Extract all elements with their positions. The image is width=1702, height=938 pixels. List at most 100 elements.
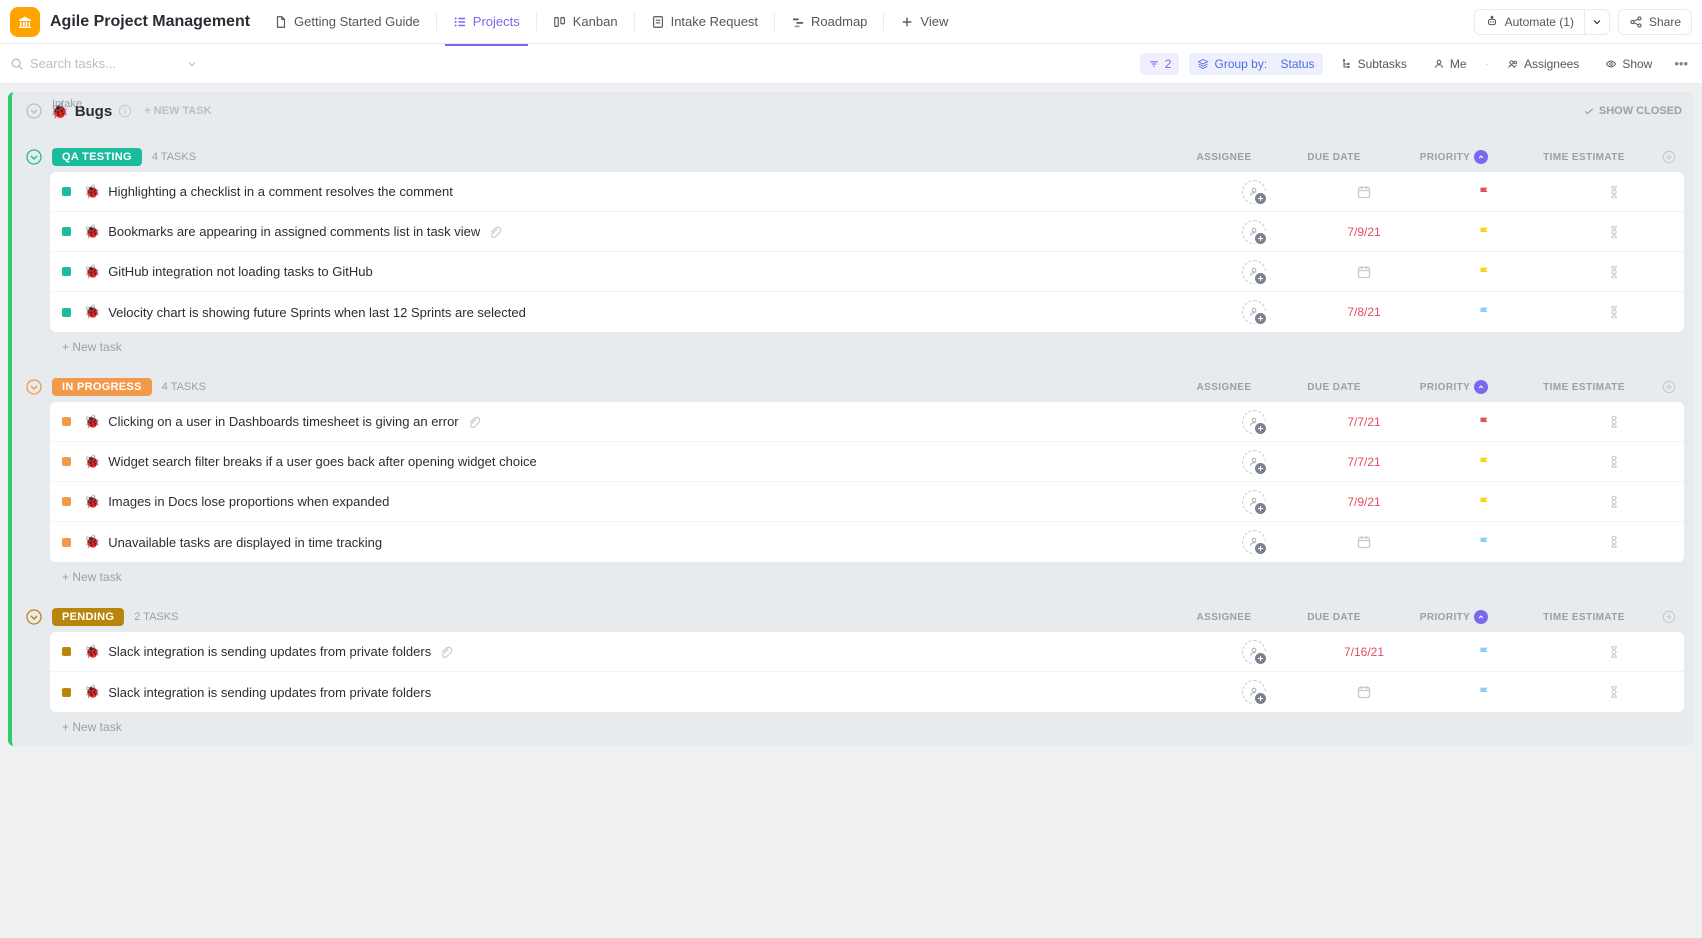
due-date[interactable]: 7/7/21	[1347, 455, 1380, 469]
time-estimate-icon[interactable]	[1607, 415, 1621, 429]
add-column-button[interactable]	[1654, 150, 1684, 164]
assign-user-button[interactable]	[1242, 260, 1266, 284]
status-square-icon[interactable]	[62, 457, 71, 466]
add-column-button[interactable]	[1654, 380, 1684, 394]
automate-button[interactable]: Automate (1)	[1474, 9, 1610, 35]
search-input[interactable]	[30, 56, 180, 71]
show-closed-button[interactable]: SHOW CLOSED	[1583, 105, 1682, 117]
new-task-button[interactable]: + New task	[22, 332, 1684, 356]
assign-user-button[interactable]	[1242, 490, 1266, 514]
priority-flag-icon[interactable]	[1477, 185, 1491, 199]
group-by-button[interactable]: Group by: Status	[1189, 53, 1322, 75]
priority-flag-icon[interactable]	[1477, 415, 1491, 429]
priority-flag-icon[interactable]	[1477, 645, 1491, 659]
assignees-button[interactable]: Assignees	[1499, 53, 1587, 75]
group-collapse-toggle[interactable]	[26, 379, 42, 395]
time-estimate-icon[interactable]	[1607, 645, 1621, 659]
task-title[interactable]: GitHub integration not loading tasks to …	[108, 264, 372, 279]
status-square-icon[interactable]	[62, 227, 71, 236]
status-square-icon[interactable]	[62, 497, 71, 506]
new-task-button[interactable]: + NEW TASK	[144, 105, 211, 117]
assign-user-button[interactable]	[1242, 680, 1266, 704]
column-header[interactable]: ASSIGNEE	[1174, 152, 1274, 163]
assign-user-button[interactable]	[1242, 180, 1266, 204]
task-row[interactable]: 🐞 Highlighting a checklist in a comment …	[50, 172, 1684, 212]
priority-flag-icon[interactable]	[1477, 535, 1491, 549]
assign-user-button[interactable]	[1242, 300, 1266, 324]
due-date-empty[interactable]	[1356, 184, 1372, 200]
status-square-icon[interactable]	[62, 308, 71, 317]
me-mode-button[interactable]: Me	[1425, 53, 1475, 75]
breadcrumb[interactable]: Intake	[52, 98, 82, 110]
column-header[interactable]: ASSIGNEE	[1174, 612, 1274, 623]
column-header[interactable]: PRIORITY	[1394, 380, 1514, 394]
priority-flag-icon[interactable]	[1477, 225, 1491, 239]
column-header[interactable]: TIME ESTIMATE	[1514, 152, 1654, 163]
task-row[interactable]: 🐞 Unavailable tasks are displayed in tim…	[50, 522, 1684, 562]
task-row[interactable]: 🐞 Images in Docs lose proportions when e…	[50, 482, 1684, 522]
priority-flag-icon[interactable]	[1477, 265, 1491, 279]
due-date[interactable]: 7/9/21	[1347, 495, 1380, 509]
sort-indicator-icon[interactable]	[1474, 150, 1488, 164]
list-info-icon[interactable]	[118, 104, 132, 118]
column-header[interactable]: TIME ESTIMATE	[1514, 612, 1654, 623]
assign-user-button[interactable]	[1242, 410, 1266, 434]
status-square-icon[interactable]	[62, 267, 71, 276]
column-header[interactable]: DUE DATE	[1274, 152, 1394, 163]
view-tab[interactable]: Getting Started Guide	[262, 6, 432, 37]
priority-flag-icon[interactable]	[1477, 495, 1491, 509]
assign-user-button[interactable]	[1242, 640, 1266, 664]
task-title[interactable]: Bookmarks are appearing in assigned comm…	[108, 224, 480, 239]
view-tab[interactable]: Roadmap	[779, 6, 879, 37]
view-tab[interactable]: Intake Request	[639, 6, 770, 37]
assign-user-button[interactable]	[1242, 530, 1266, 554]
subtasks-button[interactable]: Subtasks	[1333, 53, 1415, 75]
column-header[interactable]: DUE DATE	[1274, 382, 1394, 393]
due-date-empty[interactable]	[1356, 684, 1372, 700]
show-button[interactable]: Show	[1597, 53, 1660, 75]
task-row[interactable]: 🐞 Widget search filter breaks if a user …	[50, 442, 1684, 482]
new-task-button[interactable]: + New task	[22, 562, 1684, 586]
attachment-icon[interactable]	[439, 645, 453, 659]
automate-dropdown[interactable]	[1585, 10, 1609, 34]
add-column-button[interactable]	[1654, 610, 1684, 624]
task-row[interactable]: 🐞 Velocity chart is showing future Sprin…	[50, 292, 1684, 332]
list-collapse-toggle[interactable]	[26, 103, 42, 119]
time-estimate-icon[interactable]	[1607, 685, 1621, 699]
status-label[interactable]: PENDING	[52, 608, 124, 626]
time-estimate-icon[interactable]	[1607, 185, 1621, 199]
status-square-icon[interactable]	[62, 688, 71, 697]
priority-flag-icon[interactable]	[1477, 685, 1491, 699]
task-row[interactable]: 🐞 GitHub integration not loading tasks t…	[50, 252, 1684, 292]
priority-flag-icon[interactable]	[1477, 305, 1491, 319]
assign-user-button[interactable]	[1242, 450, 1266, 474]
sort-indicator-icon[interactable]	[1474, 610, 1488, 624]
due-date-empty[interactable]	[1356, 534, 1372, 550]
status-square-icon[interactable]	[62, 417, 71, 426]
status-square-icon[interactable]	[62, 187, 71, 196]
task-title[interactable]: Slack integration is sending updates fro…	[108, 685, 431, 700]
view-tab[interactable]: Kanban	[541, 6, 630, 37]
time-estimate-icon[interactable]	[1607, 305, 1621, 319]
status-label[interactable]: IN PROGRESS	[52, 378, 152, 396]
task-row[interactable]: 🐞 Slack integration is sending updates f…	[50, 672, 1684, 712]
task-row[interactable]: 🐞 Clicking on a user in Dashboards times…	[50, 402, 1684, 442]
task-title[interactable]: Images in Docs lose proportions when exp…	[108, 494, 389, 509]
view-tab[interactable]: View	[888, 6, 960, 37]
task-title[interactable]: Clicking on a user in Dashboards timeshe…	[108, 414, 458, 429]
sort-indicator-icon[interactable]	[1474, 380, 1488, 394]
space-icon[interactable]	[10, 7, 40, 37]
attachment-icon[interactable]	[488, 225, 502, 239]
attachment-icon[interactable]	[467, 415, 481, 429]
task-title[interactable]: Highlighting a checklist in a comment re…	[108, 184, 453, 199]
task-title[interactable]: Unavailable tasks are displayed in time …	[108, 535, 382, 550]
time-estimate-icon[interactable]	[1607, 495, 1621, 509]
status-square-icon[interactable]	[62, 647, 71, 656]
status-square-icon[interactable]	[62, 538, 71, 547]
task-title[interactable]: Slack integration is sending updates fro…	[108, 644, 431, 659]
time-estimate-icon[interactable]	[1607, 225, 1621, 239]
group-collapse-toggle[interactable]	[26, 149, 42, 165]
due-date[interactable]: 7/8/21	[1347, 305, 1380, 319]
time-estimate-icon[interactable]	[1607, 535, 1621, 549]
filter-button[interactable]: 2	[1140, 53, 1180, 75]
